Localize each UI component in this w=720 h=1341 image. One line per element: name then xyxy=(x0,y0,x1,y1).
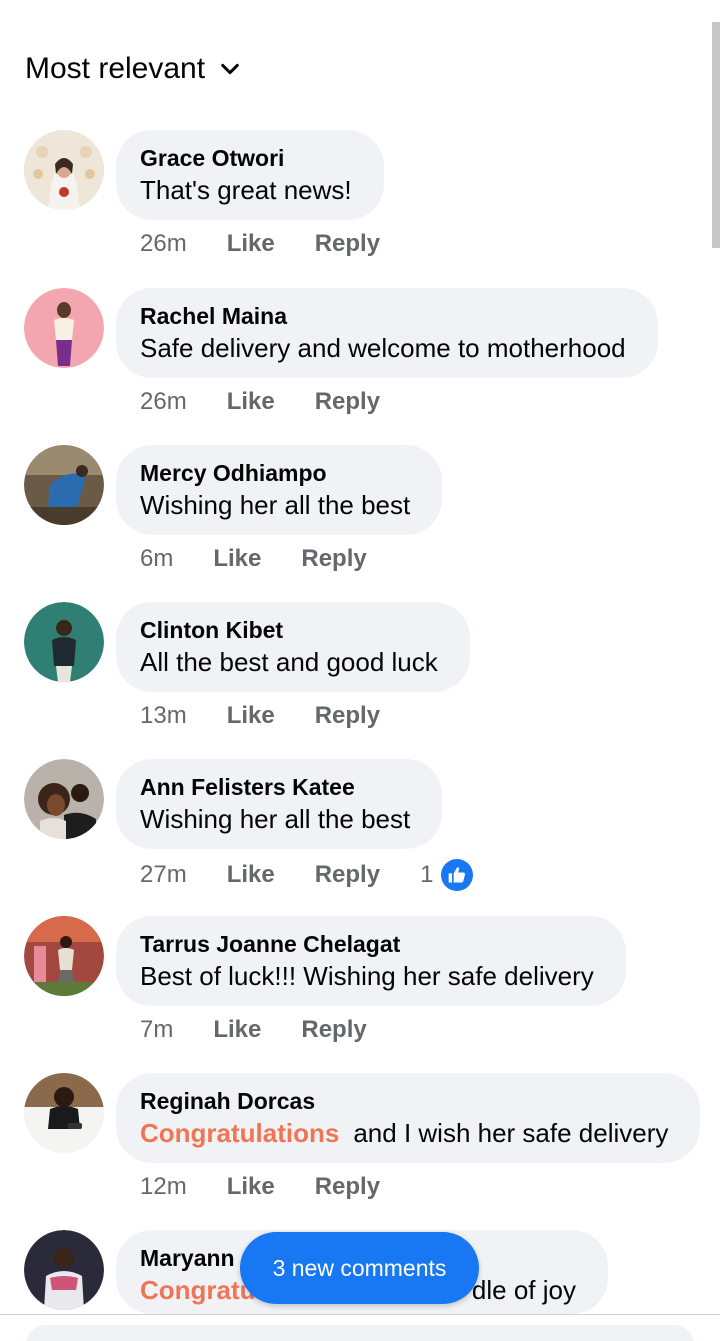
comment-actions: 26m Like Reply xyxy=(140,230,380,258)
comment-bubble: Tarrus Joanne Chelagat Best of luck!!! W… xyxy=(116,916,626,1006)
like-button[interactable]: Like xyxy=(227,861,275,889)
avatar[interactable] xyxy=(24,1230,104,1310)
comment-time: 27m xyxy=(140,861,187,888)
comment-body: Best of luck!!! Wishing her safe deliver… xyxy=(140,961,594,991)
reply-button[interactable]: Reply xyxy=(315,388,380,416)
comment-bubble: Mercy Odhiampo Wishing her all the best xyxy=(116,445,443,535)
reaction-summary[interactable]: 1 xyxy=(420,859,474,891)
reply-button[interactable]: Reply xyxy=(315,702,380,730)
avatar[interactable] xyxy=(24,916,104,996)
like-button[interactable]: Like xyxy=(227,388,275,416)
comment-body: and I wish her safe delivery xyxy=(353,1118,669,1148)
comment-actions: 6m Like Reply xyxy=(140,545,367,573)
like-button[interactable]: Like xyxy=(213,545,261,573)
comment-bubble: Rachel Maina Safe delivery and welcome t… xyxy=(116,288,658,378)
reply-button[interactable]: Reply xyxy=(301,545,366,573)
reply-button[interactable]: Reply xyxy=(301,1016,366,1044)
chevron-down-icon xyxy=(221,63,239,75)
comment-text: Safe delivery and welcome to motherhood xyxy=(140,330,626,366)
comment-actions: 7m Like Reply xyxy=(140,1016,367,1044)
reply-button[interactable]: Reply xyxy=(315,1173,380,1201)
comment-actions: 12m Like Reply xyxy=(140,1173,380,1201)
comment-text: Congratulations and I wish her safe deliv… xyxy=(140,1115,668,1151)
comment-body: That's great news! xyxy=(140,175,352,205)
sort-label: Most relevant xyxy=(25,52,206,85)
reply-button[interactable]: Reply xyxy=(315,230,380,258)
comment-body: Wishing her all the best xyxy=(140,490,411,520)
comment-author[interactable]: Ann Felisters Katee xyxy=(140,773,410,801)
comment-author[interactable]: Mercy Odhiampo xyxy=(140,459,410,487)
sort-dropdown[interactable]: Most relevant xyxy=(25,52,241,86)
comment-bubble: Reginah Dorcas Congratulations and I wish… xyxy=(116,1073,701,1163)
comment-actions: 26m Like Reply xyxy=(140,388,380,416)
avatar[interactable] xyxy=(24,1073,104,1153)
like-button[interactable]: Like xyxy=(227,230,275,258)
comment-highlight: Congratulations xyxy=(140,1118,340,1148)
reply-button[interactable]: Reply xyxy=(315,861,380,889)
comment-text: Wishing her all the best xyxy=(140,801,410,837)
comment-actions: 27m Like Reply 1 xyxy=(140,859,474,891)
avatar[interactable] xyxy=(24,130,104,210)
comment-highlight: Congratu xyxy=(140,1275,256,1305)
comment-input[interactable] xyxy=(26,1325,694,1341)
comment-time: 12m xyxy=(140,1173,187,1200)
reaction-count: 1 xyxy=(420,861,434,888)
divider xyxy=(0,1314,720,1315)
scrollbar[interactable] xyxy=(712,22,720,248)
avatar[interactable] xyxy=(24,445,104,525)
like-button[interactable]: Like xyxy=(227,702,275,730)
avatar[interactable] xyxy=(24,288,104,368)
new-comments-button[interactable]: 3 new comments xyxy=(240,1232,479,1304)
comment-author[interactable]: Rachel Maina xyxy=(140,302,626,330)
comment-body: dle of joy xyxy=(471,1275,576,1305)
comment-author[interactable]: Clinton Kibet xyxy=(140,616,438,644)
comment-text: All the best and good luck xyxy=(140,644,438,680)
comment-actions: 13m Like Reply xyxy=(140,702,380,730)
comment-time: 6m xyxy=(140,545,174,572)
comment-body: Wishing her all the best xyxy=(140,804,411,834)
comment-bubble: Clinton Kibet All the best and good luck xyxy=(116,602,470,692)
comment-time: 7m xyxy=(140,1016,174,1043)
comment-body: Safe delivery and welcome to motherhood xyxy=(140,333,626,363)
comment-author[interactable]: Tarrus Joanne Chelagat xyxy=(140,930,594,958)
comment-author[interactable]: Grace Otwori xyxy=(140,144,352,172)
comment-text: That's great news! xyxy=(140,172,352,208)
avatar[interactable] xyxy=(24,602,104,682)
comment-author[interactable]: Reginah Dorcas xyxy=(140,1087,668,1115)
comment-bubble: Grace Otwori That's great news! xyxy=(116,130,384,220)
comment-time: 26m xyxy=(140,388,187,415)
comment-time: 26m xyxy=(140,230,187,257)
comment-text: Best of luck!!! Wishing her safe deliver… xyxy=(140,958,594,994)
avatar[interactable] xyxy=(24,759,104,839)
like-button[interactable]: Like xyxy=(213,1016,261,1044)
comment-body: All the best and good luck xyxy=(140,647,438,677)
like-button[interactable]: Like xyxy=(227,1173,275,1201)
comment-time: 13m xyxy=(140,702,187,729)
comment-text: Wishing her all the best xyxy=(140,487,410,523)
thumbs-up-icon xyxy=(441,859,474,891)
comment-bubble: Ann Felisters Katee Wishing her all the … xyxy=(116,759,443,849)
